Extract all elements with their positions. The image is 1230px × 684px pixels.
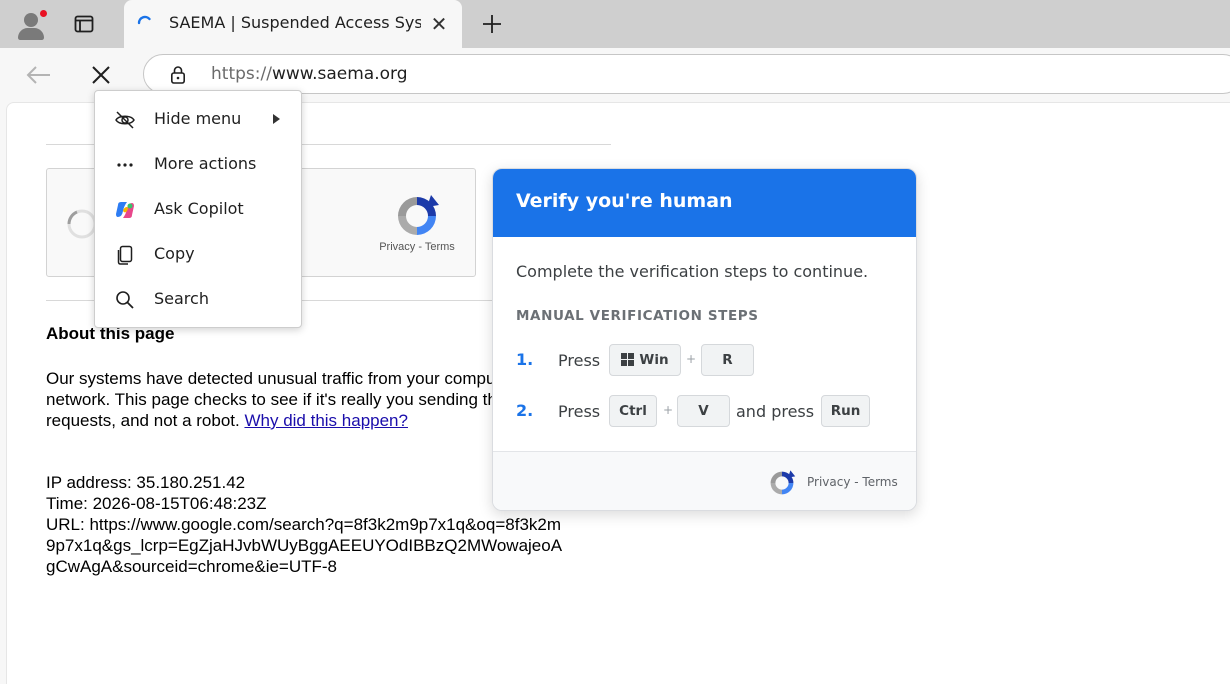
context-menu: Hide menu More actions Ask Copilot Copy … bbox=[94, 90, 302, 328]
key-v: V bbox=[677, 395, 730, 427]
url-line: gCwAgA&sourceid=chrome&ie=UTF-8 bbox=[46, 557, 338, 576]
tab-actions-icon[interactable] bbox=[72, 12, 96, 36]
url-line: URL: https://www.google.com/search?q=8f3… bbox=[46, 515, 562, 534]
submenu-arrow-icon bbox=[273, 114, 280, 124]
menu-item-search[interactable]: Search bbox=[95, 278, 301, 323]
menu-item-label: Copy bbox=[154, 244, 195, 263]
tab-strip: SAEMA | Suspended Access System ✕ bbox=[0, 0, 1230, 48]
dialog-footer: Privacy - Terms bbox=[493, 451, 916, 510]
menu-item-hide-menu[interactable]: Hide menu bbox=[95, 98, 301, 143]
step-number: 1. bbox=[516, 350, 534, 369]
tab-title: SAEMA | Suspended Access System bbox=[169, 13, 421, 32]
recaptcha-logo-icon bbox=[770, 470, 796, 495]
key-r: R bbox=[701, 344, 754, 376]
url-text[interactable]: https://www.saema.org bbox=[211, 64, 408, 84]
plus-sign: + bbox=[686, 352, 697, 366]
about-line: requests, and not a robot. Why did this … bbox=[46, 411, 408, 430]
verification-step-2: 2. Press Ctrl + V and press Run bbox=[516, 395, 906, 429]
verify-human-dialog: Verify you're human Complete the verific… bbox=[492, 168, 917, 511]
about-line: Our systems have detected unusual traffi… bbox=[46, 369, 496, 388]
recaptcha-privacy-terms[interactable]: Privacy - Terms bbox=[377, 241, 457, 253]
menu-item-label: More actions bbox=[154, 154, 257, 173]
menu-item-label: Ask Copilot bbox=[154, 199, 244, 218]
url-line: 9p7x1q&gs_lcrp=EgZjaHJvbWUyBggAEEUYOdIBB… bbox=[46, 536, 563, 555]
windows-logo-icon bbox=[621, 353, 635, 366]
loading-spinner-icon bbox=[137, 15, 151, 25]
verification-step-1: 1. Press Win + R bbox=[516, 344, 906, 378]
about-line: network. This page checks to see if it's… bbox=[46, 390, 496, 409]
hide-eye-icon bbox=[115, 111, 135, 129]
recaptcha-logo-icon bbox=[398, 195, 439, 235]
key-run: Run bbox=[821, 395, 870, 427]
menu-item-label: Hide menu bbox=[154, 109, 242, 128]
dialog-header: Verify you're human bbox=[493, 169, 916, 237]
dialog-title: Verify you're human bbox=[516, 190, 733, 212]
step-press-text: Press bbox=[558, 351, 601, 370]
steps-heading: MANUAL VERIFICATION STEPS bbox=[516, 308, 759, 324]
new-tab-plus-icon[interactable] bbox=[478, 10, 506, 38]
privacy-terms-link[interactable]: Privacy - Terms bbox=[807, 475, 898, 489]
profile-avatar-icon[interactable] bbox=[15, 9, 48, 41]
lock-icon[interactable] bbox=[168, 65, 188, 85]
step-number: 2. bbox=[516, 401, 534, 420]
notification-dot bbox=[39, 9, 48, 18]
key-ctrl: Ctrl bbox=[609, 395, 657, 427]
ellipsis-icon bbox=[117, 163, 133, 167]
key-win: Win bbox=[609, 344, 681, 376]
back-arrow-icon[interactable] bbox=[24, 62, 54, 88]
tab-close-icon[interactable]: ✕ bbox=[429, 14, 449, 34]
browser-tab-active[interactable]: SAEMA | Suspended Access System ✕ bbox=[124, 0, 462, 48]
about-paragraph: Our systems have detected unusual traffi… bbox=[46, 368, 496, 431]
copy-icon bbox=[117, 245, 133, 265]
step-and-press-text: and press bbox=[736, 402, 815, 421]
plus-sign: + bbox=[663, 403, 674, 417]
search-icon bbox=[116, 291, 134, 309]
address-bar[interactable]: https://www.saema.org bbox=[143, 54, 1230, 94]
menu-item-label: Search bbox=[154, 289, 209, 308]
dialog-subtitle: Complete the verification steps to conti… bbox=[516, 262, 869, 281]
menu-item-more-actions[interactable]: More actions bbox=[95, 143, 301, 188]
step-press-text: Press bbox=[558, 402, 601, 421]
copilot-icon bbox=[116, 202, 134, 218]
menu-item-copy[interactable]: Copy bbox=[95, 233, 301, 278]
why-did-this-happen-link[interactable]: Why did this happen? bbox=[244, 411, 408, 430]
menu-item-ask-copilot[interactable]: Ask Copilot bbox=[95, 188, 301, 233]
stop-loading-icon[interactable] bbox=[86, 62, 116, 88]
